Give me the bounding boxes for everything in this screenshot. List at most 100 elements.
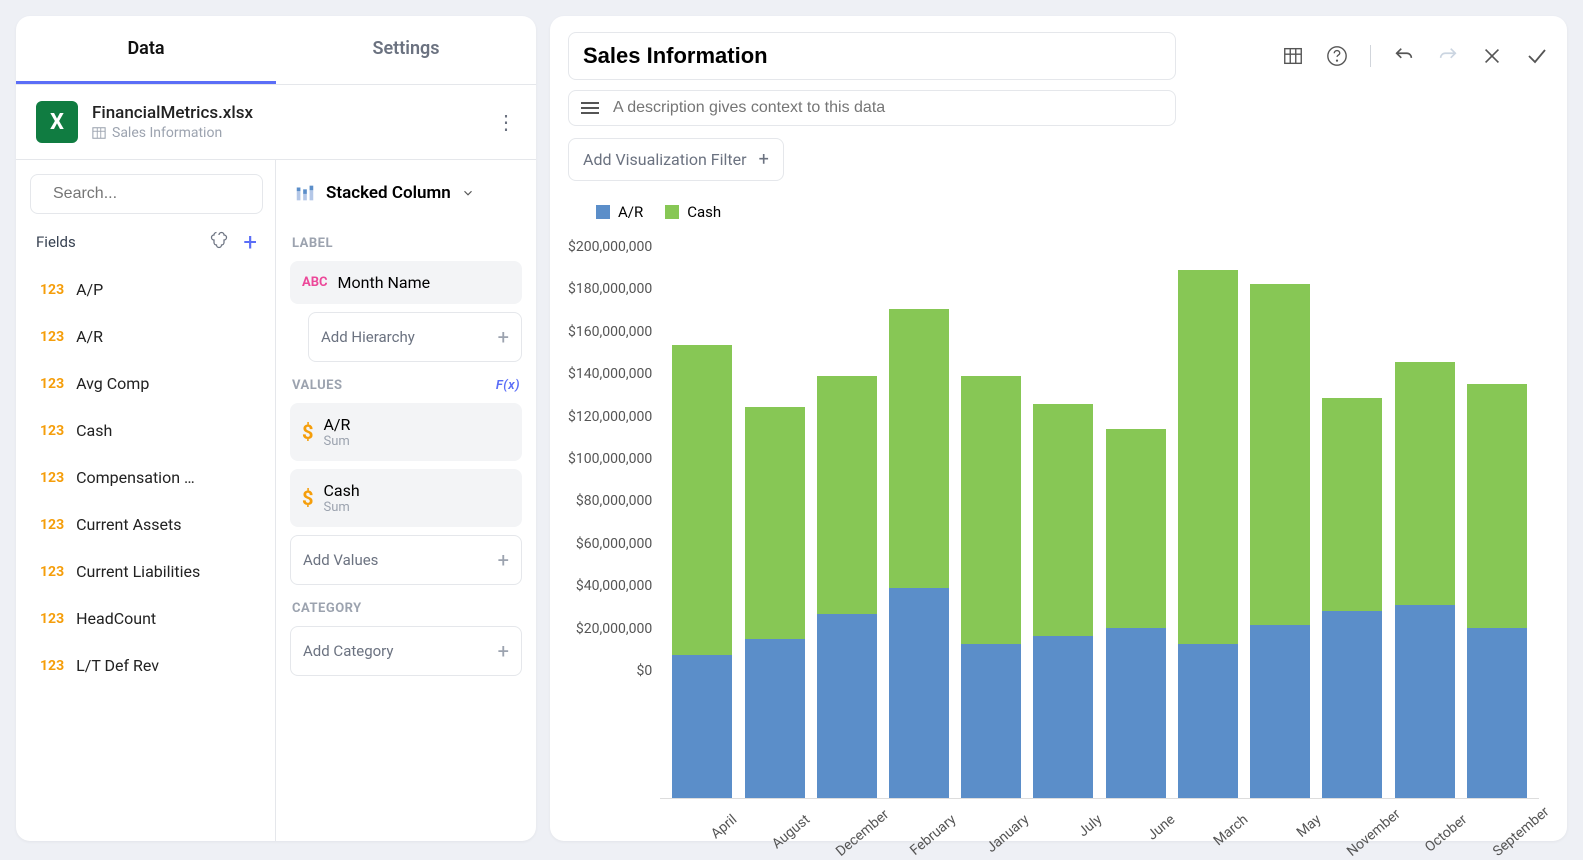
field-item[interactable]: 123Current Liabilities [30,548,263,595]
section-label-category: CATEGORY [292,601,520,616]
section-label-values: VALUES F(x) [292,378,520,393]
numeric-type-icon: 123 [40,376,64,392]
field-name: Compensation … [76,468,195,487]
bar-segment-ar [1106,628,1166,798]
field-name: HeadCount [76,609,156,628]
numeric-type-icon: 123 [40,611,64,627]
fields-list: 123A/P123A/R123Avg Comp123Cash123Compens… [30,266,263,841]
x-tick-label: February [906,809,962,860]
chart-plot [660,239,1539,799]
bar-segment-ar [889,588,949,798]
add-filter-button[interactable]: Add Visualization Filter + [568,138,784,181]
numeric-type-icon: 123 [40,423,64,439]
redo-icon[interactable] [1437,45,1459,67]
datasource-name: FinancialMetrics.xlsx [92,103,253,123]
add-category-button[interactable]: Add Category+ [290,626,522,676]
x-tick-label: May [1271,809,1327,860]
value-pill-name: A/R [323,415,350,434]
tab-settings[interactable]: Settings [276,16,536,84]
numeric-type-icon: 123 [40,282,64,298]
add-field-icon[interactable]: + [243,228,257,256]
bar-column[interactable] [817,239,877,798]
bar-column[interactable] [1395,239,1455,798]
bar-segment-cash [817,376,877,614]
value-pill-name: Cash [323,481,359,500]
field-item[interactable]: 123L/T Def Rev [30,642,263,689]
x-tick-label: October [1417,809,1473,860]
bar-segment-cash [1106,429,1166,627]
bar-column[interactable] [1178,239,1238,798]
toolbar-divider [1370,45,1371,67]
bar-column[interactable] [745,239,805,798]
fields-column: Fields + 123A/P123A/R123Avg Comp123Cash1… [16,160,276,841]
x-axis-labels: AprilAugustDecemberFebruaryJanuaryJulyJu… [660,799,1549,825]
bar-column[interactable] [1033,239,1093,798]
numeric-type-icon: 123 [40,517,64,533]
value-pill[interactable]: $A/RSum [290,403,522,461]
bar-segment-ar [1250,625,1310,798]
help-icon[interactable] [1326,45,1348,67]
add-values-button[interactable]: Add Values+ [290,535,522,585]
fx-button[interactable]: F(x) [496,378,520,393]
bar-segment-cash [1250,284,1310,625]
field-item[interactable]: 123A/R [30,313,263,360]
tab-data[interactable]: Data [16,16,276,84]
undo-icon[interactable] [1393,45,1415,67]
field-item[interactable]: 123A/P [30,266,263,313]
search-input[interactable] [53,185,260,203]
left-panel: Data Settings FinancialMetrics.xlsx Sale… [16,16,536,841]
add-hierarchy-button[interactable]: Add Hierarchy+ [308,312,522,362]
bar-segment-cash [1322,398,1382,610]
table-icon [92,126,106,140]
dollar-icon: $ [302,420,313,444]
x-tick-label: April [687,809,743,860]
value-pill-agg: Sum [323,500,359,515]
bar-column[interactable] [1106,239,1166,798]
bar-segment-ar [672,655,732,798]
right-panel: Add Visualization Filter + A/RCash $200,… [550,16,1567,841]
chart-title-input[interactable] [568,32,1176,80]
bar-segment-cash [1467,384,1527,627]
numeric-type-icon: 123 [40,658,64,674]
y-tick-label: $40,000,000 [576,578,652,594]
confirm-icon[interactable] [1525,44,1549,68]
y-tick-label: $160,000,000 [568,324,652,340]
description-input[interactable] [613,99,1163,117]
tabs: Data Settings [16,16,536,85]
bar-segment-ar [1395,605,1455,798]
search-box[interactable] [30,174,263,214]
bar-column[interactable] [961,239,1021,798]
section-label-label: LABEL [292,236,520,251]
field-item[interactable]: 123Compensation … [30,454,263,501]
bar-column[interactable] [889,239,949,798]
ai-icon[interactable] [209,230,229,254]
chart-legend: A/R Cash [596,203,1549,221]
bar-segment-cash [889,309,949,589]
field-item[interactable]: 123Current Assets [30,501,263,548]
bar-column[interactable] [1467,239,1527,798]
excel-icon [36,101,78,143]
bar-column[interactable] [1322,239,1382,798]
bar-column[interactable] [672,239,732,798]
legend-swatch [665,205,679,219]
label-pill-month-name[interactable]: ABC Month Name [290,261,522,304]
close-icon[interactable] [1481,45,1503,67]
viz-type-selector[interactable]: Stacked Column [290,174,522,220]
bar-segment-cash [745,407,805,639]
legend-label: A/R [618,203,643,221]
bar-column[interactable] [1250,239,1310,798]
legend-item[interactable]: Cash [665,203,721,221]
datasource-more-icon[interactable]: ⋮ [496,110,516,134]
field-item[interactable]: 123Cash [30,407,263,454]
field-name: Avg Comp [76,374,149,393]
field-item[interactable]: 123 Avg Comp [30,360,263,407]
legend-item[interactable]: A/R [596,203,643,221]
value-pill[interactable]: $CashSum [290,469,522,527]
y-tick-label: $180,000,000 [568,281,652,297]
field-item[interactable]: 123 HeadCount [30,595,263,642]
y-tick-label: $20,000,000 [576,621,652,637]
table-view-icon[interactable] [1282,45,1304,67]
description-row[interactable] [568,90,1176,126]
x-tick-label: November [1344,809,1400,860]
description-icon [581,102,599,114]
